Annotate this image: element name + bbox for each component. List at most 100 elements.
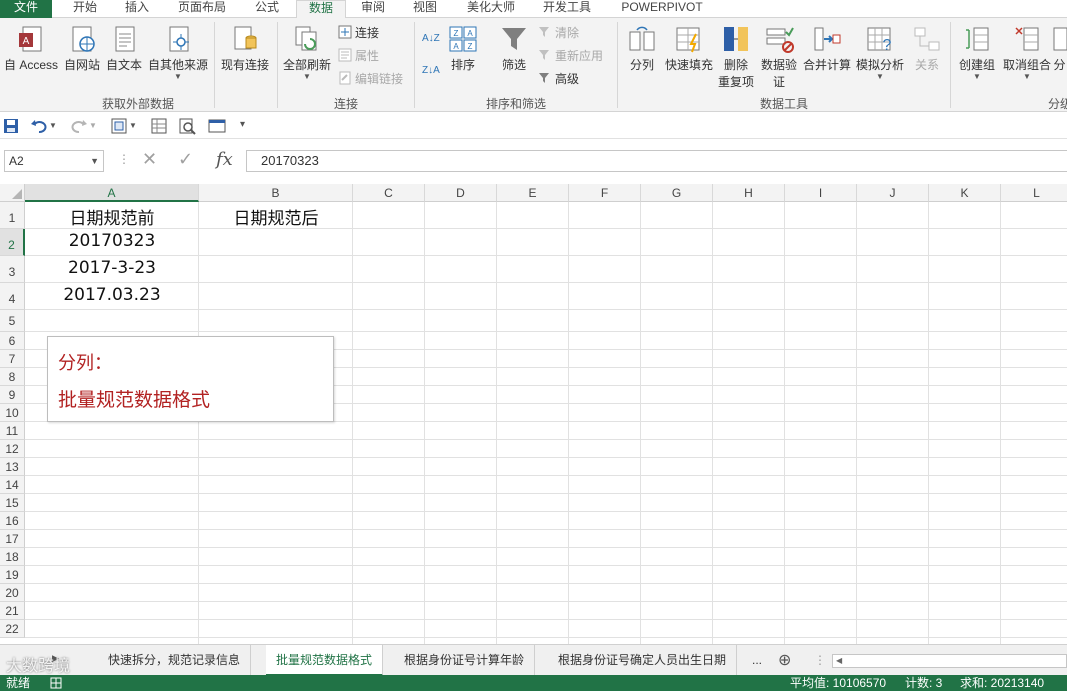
filter-button[interactable]: 筛选 (496, 24, 532, 73)
form-dropdown-icon[interactable]: ▼ (129, 121, 137, 130)
formula-input[interactable]: 20170323 (246, 150, 1067, 172)
from-access-button[interactable]: A 自 Access (2, 24, 60, 73)
row-header-20[interactable]: 20 (0, 584, 25, 602)
save-icon[interactable] (2, 117, 20, 135)
column-header-f[interactable]: F (569, 184, 641, 202)
zoom-preview-icon[interactable] (178, 117, 196, 135)
spreadsheet-grid[interactable]: A B C D E F G H I J K L 1 2 3 4 5 6 7 8 … (0, 184, 1067, 644)
chevron-down-icon[interactable]: ▼ (90, 151, 99, 171)
subtotal-button[interactable]: 分 (1052, 24, 1067, 73)
page-layout-icon[interactable] (208, 117, 226, 135)
existing-connections-button[interactable]: 现有连接 (218, 24, 272, 73)
from-web-button[interactable]: 自网站 (62, 24, 102, 73)
data-validation-button[interactable]: 数据验 证 (758, 24, 800, 90)
add-sheet-icon[interactable]: ⊕ (778, 650, 791, 670)
row-header-9[interactable]: 9 (0, 386, 25, 404)
edit-links-button[interactable]: 编辑链接 (338, 70, 403, 88)
tab-beautify[interactable]: 美化大师 (458, 0, 524, 18)
relationships-button[interactable]: 关系 (908, 24, 946, 73)
row-header-21[interactable]: 21 (0, 602, 25, 620)
sheet-tab-birthdate-from-id[interactable]: 根据身份证号确定人员出生日期 (548, 645, 738, 676)
row-header-2[interactable]: 2 (0, 229, 25, 256)
from-text-button[interactable]: 自文本 (104, 24, 144, 73)
print-preview-icon[interactable] (150, 117, 168, 135)
name-box[interactable]: A2 ▼ (4, 150, 104, 172)
insert-function-icon[interactable]: fx (216, 149, 233, 170)
scroll-left-icon[interactable]: ◀ (836, 655, 842, 667)
row-header-14[interactable]: 14 (0, 476, 25, 494)
enter-icon[interactable]: ✓ (178, 149, 193, 170)
group-button[interactable]: 创建组 ▼ (954, 24, 1000, 81)
cell-a3[interactable]: 2017-3-23 (25, 258, 199, 278)
customize-qat-icon[interactable]: ▾ (240, 119, 245, 130)
tab-page-layout[interactable]: 页面布局 (168, 0, 236, 18)
cancel-icon[interactable]: ✕ (142, 149, 157, 170)
column-header-b[interactable]: B (199, 184, 353, 202)
clear-filter-button[interactable]: 清除 (538, 24, 579, 42)
what-if-analysis-button[interactable]: ? 模拟分析 ▼ (854, 24, 906, 81)
undo-icon[interactable] (30, 117, 48, 135)
row-header-22[interactable]: 22 (0, 620, 25, 638)
row-header-13[interactable]: 13 (0, 458, 25, 476)
undo-dropdown-icon[interactable]: ▼ (49, 121, 57, 130)
tab-insert[interactable]: 插入 (114, 0, 160, 18)
tab-view[interactable]: 视图 (402, 0, 448, 18)
row-header-17[interactable]: 17 (0, 530, 25, 548)
more-sheets-button[interactable]: ... (752, 653, 762, 667)
sort-descending-button[interactable]: Z↓A (422, 62, 440, 80)
cell-a2[interactable]: 20170323 (25, 231, 199, 251)
annotation-textbox[interactable]: 分列： 批量规范数据格式 (47, 336, 334, 422)
redo-icon[interactable] (70, 117, 88, 135)
form-icon[interactable] (110, 117, 128, 135)
cell-a4[interactable]: 2017.03.23 (25, 285, 199, 305)
cell-b1[interactable]: 日期规范后 (199, 204, 353, 229)
row-header-3[interactable]: 3 (0, 256, 25, 283)
row-header-7[interactable]: 7 (0, 350, 25, 368)
row-header-6[interactable]: 6 (0, 332, 25, 350)
row-header-8[interactable]: 8 (0, 368, 25, 386)
column-header-g[interactable]: G (641, 184, 713, 202)
row-header-5[interactable]: 5 (0, 310, 25, 332)
row-header-15[interactable]: 15 (0, 494, 25, 512)
tab-data[interactable]: 数据 (296, 0, 346, 19)
column-header-k[interactable]: K (929, 184, 1001, 202)
sort-ascending-button[interactable]: A↓Z (422, 30, 440, 48)
tab-developer[interactable]: 开发工具 (534, 0, 600, 18)
select-all-corner[interactable] (0, 184, 25, 202)
from-other-sources-button[interactable]: 自其他来源 ▼ (146, 24, 210, 81)
column-header-e[interactable]: E (497, 184, 569, 202)
row-header-16[interactable]: 16 (0, 512, 25, 530)
horizontal-scrollbar[interactable]: ◀ (832, 654, 1067, 668)
sheet-tab-batch-format[interactable]: 批量规范数据格式 (266, 645, 384, 676)
row-header-11[interactable]: 11 (0, 422, 25, 440)
column-header-c[interactable]: C (353, 184, 425, 202)
sheet-tab-quick-split[interactable]: 快速拆分，规范记录信息 (98, 645, 252, 676)
properties-button[interactable]: 属性 (338, 47, 379, 65)
ungroup-button[interactable]: 取消组合 ▼ (1000, 24, 1054, 81)
text-to-columns-button[interactable]: 分列 (622, 24, 662, 73)
refresh-all-button[interactable]: 全部刷新 ▼ (280, 24, 334, 81)
column-header-d[interactable]: D (425, 184, 497, 202)
row-header-4[interactable]: 4 (0, 283, 25, 310)
tab-file[interactable]: 文件 (0, 0, 52, 18)
column-header-i[interactable]: I (785, 184, 857, 202)
consolidate-button[interactable]: 合并计算 (802, 24, 852, 73)
row-header-19[interactable]: 19 (0, 566, 25, 584)
flash-fill-button[interactable]: 快速填充 (664, 24, 714, 73)
column-header-a[interactable]: A (25, 184, 199, 202)
row-header-10[interactable]: 10 (0, 404, 25, 422)
redo-dropdown-icon[interactable]: ▼ (89, 121, 97, 130)
tab-formulas[interactable]: 公式 (244, 0, 290, 18)
tab-review[interactable]: 审阅 (350, 0, 396, 18)
sort-button[interactable]: ZAAZ 排序 (446, 24, 480, 73)
row-header-12[interactable]: 12 (0, 440, 25, 458)
row-header-1[interactable]: 1 (0, 202, 25, 229)
cell-a1[interactable]: 日期规范前 (25, 204, 199, 229)
row-header-18[interactable]: 18 (0, 548, 25, 566)
column-header-h[interactable]: H (713, 184, 785, 202)
remove-duplicates-button[interactable]: 删除 重复项 (716, 24, 756, 90)
macro-record-icon[interactable] (50, 677, 62, 689)
tab-powerpivot[interactable]: POWERPIVOT (614, 0, 710, 18)
sheet-tab-age-from-id[interactable]: 根据身份证号计算年龄 (394, 645, 536, 676)
tab-home[interactable]: 开始 (62, 0, 108, 18)
